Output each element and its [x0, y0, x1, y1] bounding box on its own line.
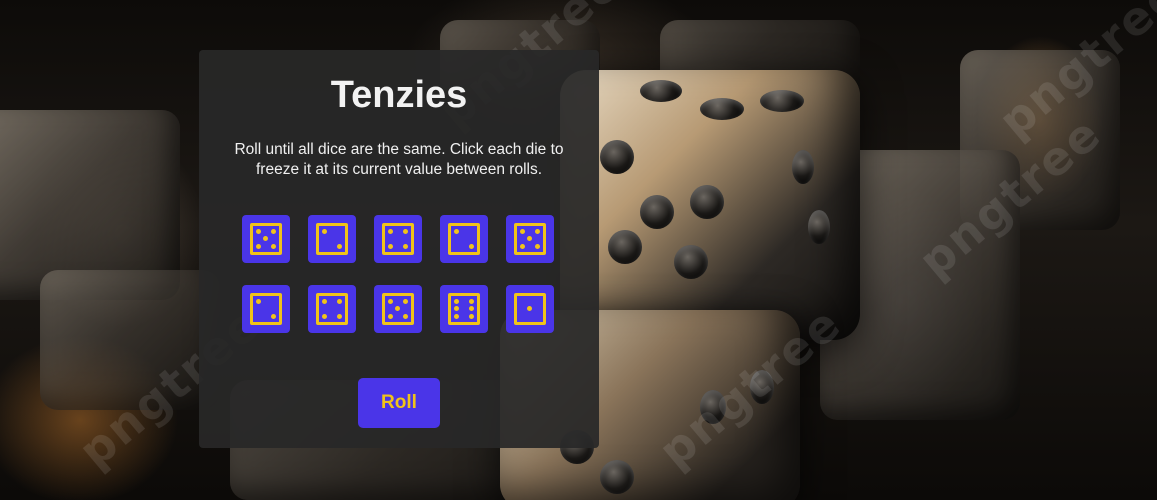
die-face-4-icon: [382, 223, 414, 255]
background-die-pip: [608, 230, 642, 264]
die-pip: [402, 243, 408, 249]
die-pip: [256, 299, 262, 305]
background-die-pip: [600, 460, 634, 494]
game-instructions: Roll until all dice are the same. Click …: [234, 141, 564, 178]
die-pip: [534, 229, 540, 235]
die-6[interactable]: [242, 285, 290, 333]
die-9[interactable]: [440, 285, 488, 333]
game-panel: Tenzies Roll until all dice are the same…: [199, 50, 599, 448]
die-pip: [454, 299, 460, 305]
background-die-pip: [808, 210, 830, 244]
die-7[interactable]: [308, 285, 356, 333]
die-pip: [468, 306, 474, 312]
die-pip: [402, 299, 408, 305]
die-pip: [256, 229, 262, 235]
background-die-pip: [792, 150, 814, 184]
die-pip: [468, 313, 474, 319]
die-10[interactable]: [506, 285, 554, 333]
background-die-pip: [640, 80, 682, 102]
die-pip: [322, 229, 328, 235]
die-pip: [534, 243, 540, 249]
background-die-pip: [690, 185, 724, 219]
die-pip: [402, 229, 408, 235]
die-pip: [527, 236, 533, 242]
die-pip: [270, 243, 276, 249]
die-face-6-icon: [448, 293, 480, 325]
die-face-2-icon: [448, 223, 480, 255]
die-pip: [454, 229, 460, 235]
die-face-2-icon: [250, 293, 282, 325]
die-face-5-icon: [250, 223, 282, 255]
die-pip: [468, 299, 474, 305]
die-pip: [388, 299, 394, 305]
roll-button[interactable]: Roll: [358, 378, 440, 428]
background-die-pip: [760, 90, 804, 112]
die-pip: [336, 313, 342, 319]
die-face-2-icon: [316, 223, 348, 255]
die-face-5-icon: [514, 223, 546, 255]
die-pip: [336, 243, 342, 249]
die-pip: [263, 236, 269, 242]
die-2[interactable]: [308, 215, 356, 263]
background-die-pip: [674, 245, 708, 279]
dice-grid: [242, 215, 557, 333]
die-pip: [454, 313, 460, 319]
die-pip: [402, 313, 408, 319]
die-pip: [256, 243, 262, 249]
die-face-1-icon: [514, 293, 546, 325]
die-8[interactable]: [374, 285, 422, 333]
die-pip: [395, 306, 401, 312]
background-die-pip: [600, 140, 634, 174]
die-1[interactable]: [242, 215, 290, 263]
die-pip: [520, 243, 526, 249]
die-pip: [454, 306, 460, 312]
die-pip: [270, 313, 276, 319]
die-5[interactable]: [506, 215, 554, 263]
game-title: Tenzies: [330, 74, 468, 116]
die-pip: [388, 313, 394, 319]
die-pip: [322, 299, 328, 305]
die-pip: [527, 306, 533, 312]
die-3[interactable]: [374, 215, 422, 263]
die-pip: [388, 243, 394, 249]
background-die-pip: [700, 98, 744, 120]
die-face-4-icon: [316, 293, 348, 325]
die-pip: [388, 229, 394, 235]
die-pip: [270, 229, 276, 235]
die-pip: [468, 243, 474, 249]
die-pip: [336, 299, 342, 305]
die-pip: [322, 313, 328, 319]
die-face-5-icon: [382, 293, 414, 325]
background-die-pip: [640, 195, 674, 229]
die-4[interactable]: [440, 215, 488, 263]
die-pip: [520, 229, 526, 235]
